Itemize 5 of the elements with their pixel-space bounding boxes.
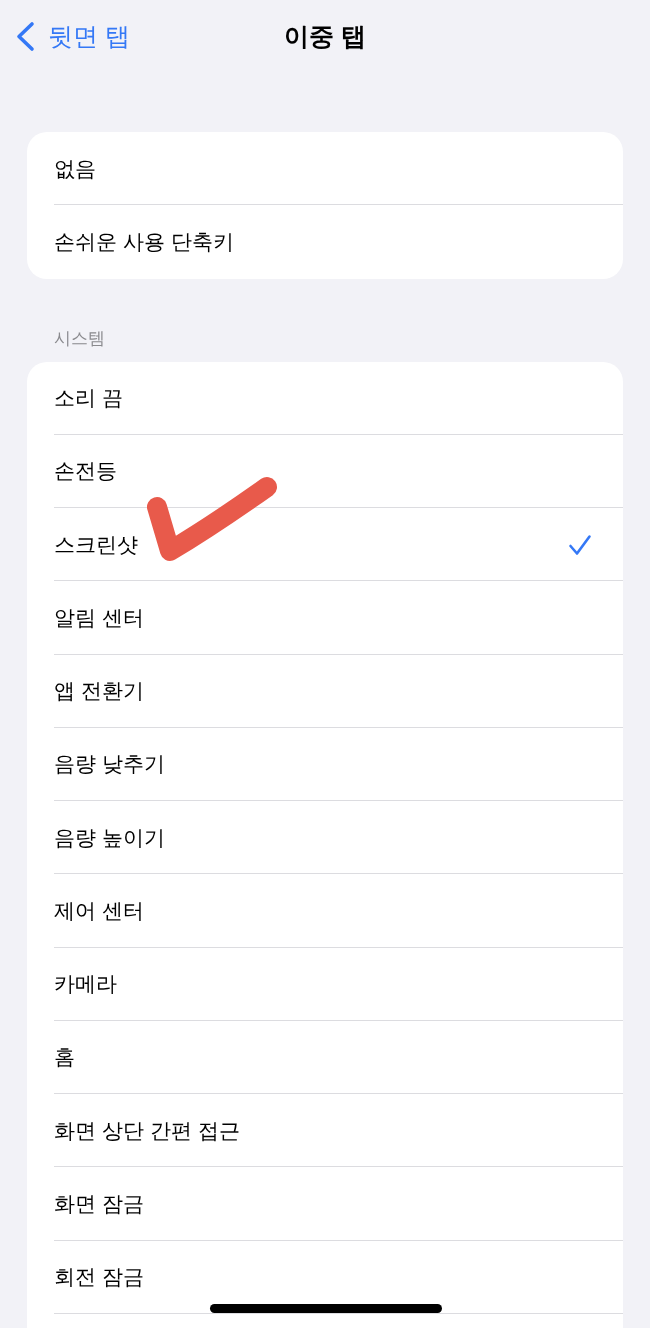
list-item[interactable]: 손쉬운 사용 단축키 bbox=[27, 205, 623, 279]
back-button[interactable]: 뒷면 탭 bbox=[15, 21, 130, 52]
page-title: 이중 탭 bbox=[284, 21, 366, 52]
back-chevron-icon bbox=[15, 21, 35, 52]
section-header: 시스템 bbox=[53, 327, 106, 350]
